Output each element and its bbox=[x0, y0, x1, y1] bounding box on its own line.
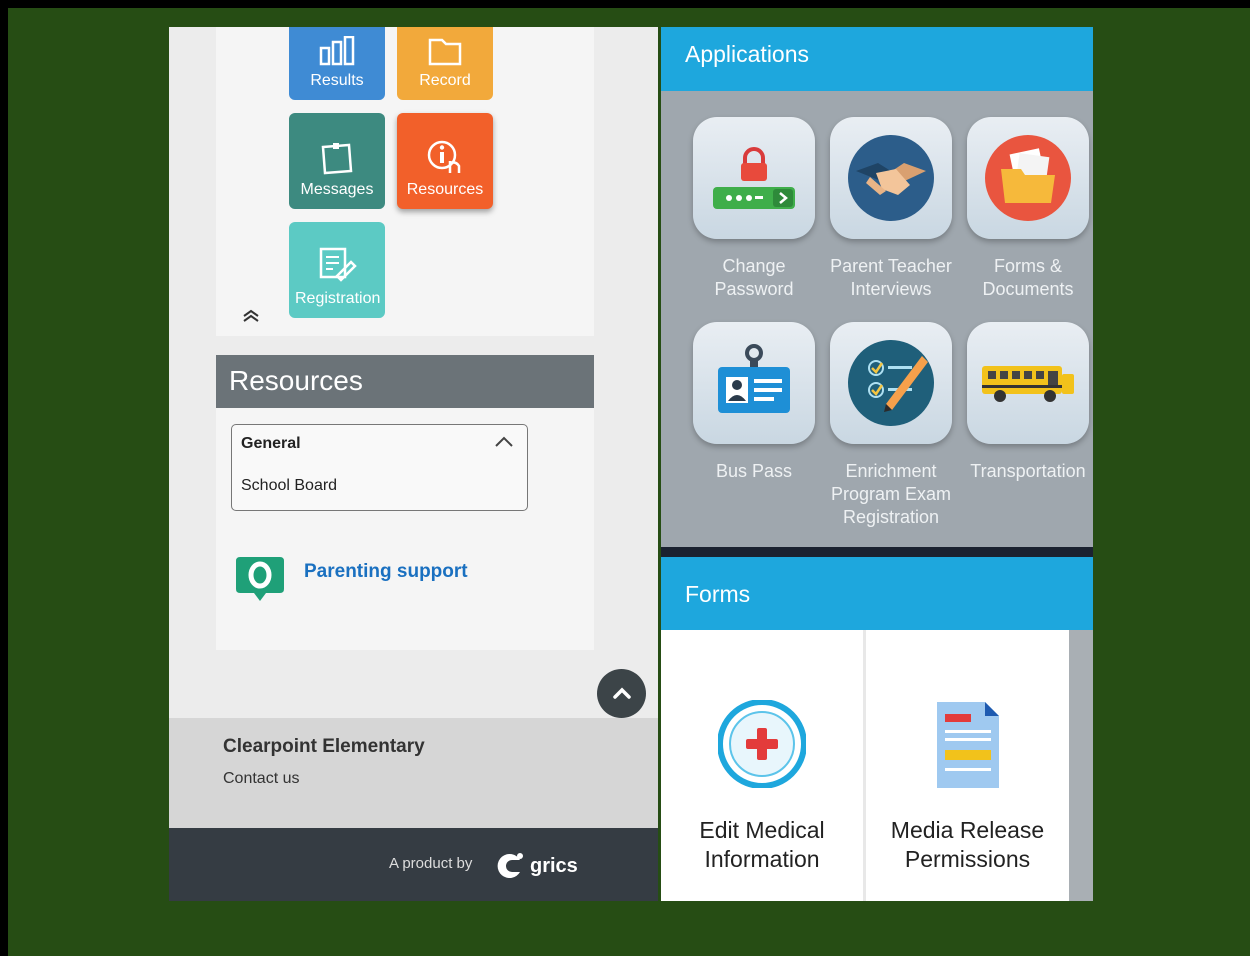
app-label: Forms & Documents bbox=[982, 256, 1074, 299]
contact-us-link[interactable]: Contact us bbox=[223, 770, 299, 788]
tile-messages[interactable]: Messages bbox=[289, 113, 385, 209]
app-enrichment-program-exam-registration[interactable]: Enrichment Program Exam Registration bbox=[826, 322, 956, 529]
form-label: Media Release Permissions bbox=[890, 817, 1045, 872]
document-icon bbox=[936, 702, 999, 788]
form-label: Edit Medical Information bbox=[699, 817, 825, 872]
applications-title: Applications bbox=[661, 27, 1093, 91]
medical-cross-icon bbox=[718, 700, 806, 788]
app-icon-box bbox=[693, 117, 815, 239]
tile-label: Record bbox=[419, 72, 471, 89]
chevron-up-icon bbox=[612, 687, 631, 699]
app-change-password[interactable]: Change Password bbox=[689, 117, 819, 301]
tile-results[interactable]: Results bbox=[289, 27, 385, 100]
right-panel: Applications Change Password Parent Teac… bbox=[661, 27, 1093, 901]
edit-form-icon bbox=[319, 247, 357, 282]
left-panel: Results Record Messages Resources Regist… bbox=[169, 27, 658, 901]
note-icon bbox=[321, 143, 353, 175]
folder-icon bbox=[428, 38, 462, 66]
collapse-icon[interactable] bbox=[241, 306, 261, 326]
tile-label: Messages bbox=[300, 181, 374, 198]
app-icon-box bbox=[830, 117, 952, 239]
app-icon-box bbox=[967, 322, 1089, 444]
app-icon-box bbox=[967, 117, 1089, 239]
handshake-icon bbox=[848, 135, 934, 221]
app-bus-pass[interactable]: Bus Pass bbox=[689, 322, 819, 483]
app-icon-box bbox=[693, 322, 815, 444]
resource-item-school-board[interactable]: School Board bbox=[241, 477, 337, 495]
forms-scrollbar[interactable] bbox=[1069, 630, 1093, 901]
id-badge-icon bbox=[718, 344, 790, 413]
footer-bar: A product by grics bbox=[169, 828, 658, 901]
tile-label: Results bbox=[310, 72, 364, 89]
folder-documents-icon bbox=[985, 135, 1071, 221]
app-icon-box bbox=[830, 322, 952, 444]
resource-group-dropdown[interactable]: General School Board bbox=[231, 424, 528, 511]
grics-logo: grics bbox=[494, 850, 578, 882]
grics-logo-icon bbox=[497, 853, 523, 878]
info-touch-icon bbox=[427, 140, 461, 173]
parenting-support-link[interactable]: Parenting support bbox=[234, 553, 468, 605]
tile-record[interactable]: Record bbox=[397, 27, 493, 100]
forms-area: Edit Medical Information Media Release P… bbox=[661, 630, 1093, 901]
resources-body: General School Board Parenting support bbox=[216, 408, 594, 650]
resource-group-label: General bbox=[241, 435, 301, 452]
form-media-release-permissions[interactable]: Media Release Permissions bbox=[866, 630, 1069, 901]
forms-title: Forms bbox=[661, 557, 1093, 630]
tile-registration[interactable]: Registration bbox=[289, 222, 385, 318]
tile-label: Resources bbox=[406, 181, 484, 198]
app-label: Parent Teacher Interviews bbox=[830, 256, 952, 299]
tiles-card: Results Record Messages Resources Regist… bbox=[216, 27, 594, 336]
app-label: Bus Pass bbox=[715, 461, 793, 481]
app-label: Enrichment Program Exam Registration bbox=[830, 461, 952, 527]
product-by-text: A product by bbox=[389, 855, 473, 872]
tile-label: Registration bbox=[295, 290, 381, 307]
bar-chart-icon bbox=[319, 36, 355, 66]
form-edit-medical-information[interactable]: Edit Medical Information bbox=[661, 630, 863, 901]
checklist-pencil-icon bbox=[848, 340, 934, 426]
app-parent-teacher-interviews[interactable]: Parent Teacher Interviews bbox=[826, 117, 956, 301]
app-transportation[interactable]: Transportation bbox=[963, 322, 1093, 483]
brand-name: grics bbox=[530, 854, 578, 877]
app-forms-documents[interactable]: Forms & Documents bbox=[963, 117, 1093, 301]
chevron-up-icon[interactable] bbox=[493, 431, 515, 453]
chat-bubble-icon bbox=[236, 557, 284, 601]
app-label: Change Password bbox=[714, 256, 794, 299]
school-name: Clearpoint Elementary bbox=[223, 736, 425, 757]
tile-resources[interactable]: Resources bbox=[397, 113, 493, 209]
applications-grid: Change Password Parent Teacher Interview… bbox=[661, 91, 1093, 547]
school-bus-icon bbox=[982, 366, 1074, 402]
password-lock-icon bbox=[713, 147, 795, 209]
footer-info: Clearpoint Elementary Contact us bbox=[169, 718, 658, 828]
scroll-to-top-button[interactable] bbox=[597, 669, 646, 718]
resources-title: Resources bbox=[216, 355, 594, 408]
parenting-support-label[interactable]: Parenting support bbox=[304, 561, 468, 583]
app-label: Transportation bbox=[970, 461, 1086, 481]
